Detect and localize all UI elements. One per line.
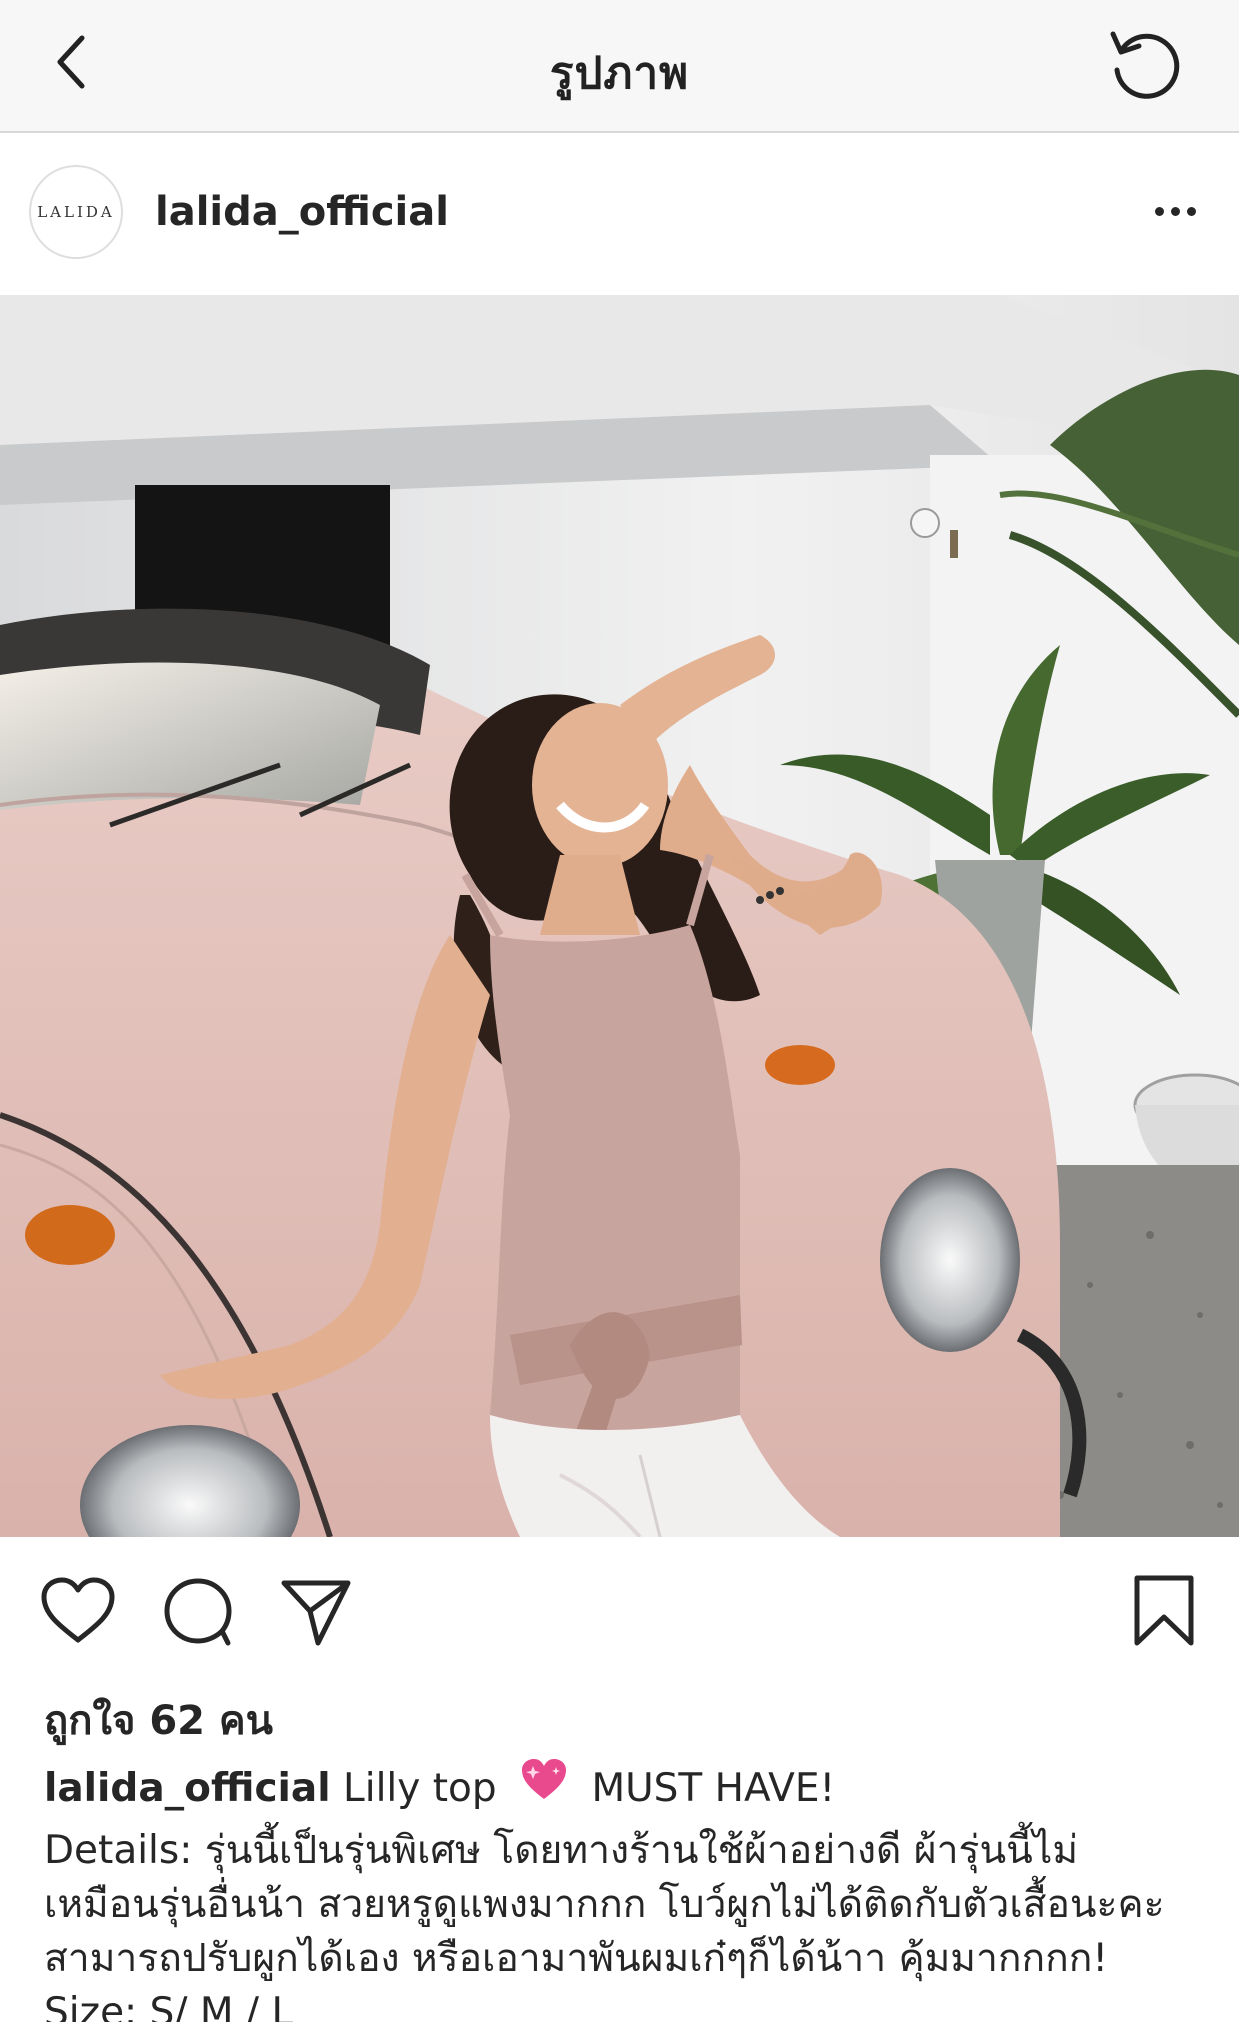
top-navigation-bar: รูปภาพ <box>0 0 1239 133</box>
share-button[interactable] <box>274 1569 358 1653</box>
caption-first-line: lalida_official Lilly top MUST HAVE! <box>44 1757 1204 1824</box>
caption-username[interactable]: lalida_official <box>44 1766 331 1811</box>
heart-icon <box>41 1577 115 1643</box>
more-icon-dot <box>1154 206 1164 216</box>
refresh-icon <box>1110 31 1180 99</box>
more-options-button[interactable] <box>1143 187 1207 235</box>
caption-tagline: MUST HAVE! <box>591 1766 836 1811</box>
avatar[interactable]: LALIDA <box>29 165 123 259</box>
comment-button[interactable] <box>156 1569 240 1653</box>
caption-line: สามารถปรับผูกได้เอง หรือเอามาพันผมเก๋ๆก็… <box>44 1936 1108 1981</box>
instagram-post-screen: รูปภาพ LALIDA lalida_official ถูกใจ 62 ค… <box>0 0 1239 2022</box>
post-header: LALIDA lalida_official <box>0 133 1239 295</box>
sparkling-heart-icon <box>519 1757 569 1818</box>
caption-line: Size: S/ M / L <box>44 1990 294 2022</box>
page-title: รูปภาพ <box>549 48 690 99</box>
likes-count[interactable]: ถูกใจ 62 คน <box>44 1688 273 1752</box>
bookmark-icon <box>1134 1575 1194 1646</box>
post-photo-illustration <box>0 295 1239 1537</box>
post-username[interactable]: lalida_official <box>155 189 449 235</box>
avatar-logo-text: LALIDA <box>37 203 115 221</box>
caption-line: Details: รุ่นนี้เป็นรุ่นพิเศษ โดยทางร้าน… <box>44 1828 1079 1873</box>
comment-icon <box>164 1578 232 1646</box>
like-button[interactable] <box>36 1571 120 1651</box>
post-action-bar <box>0 1537 1239 1682</box>
post-caption: lalida_official Lilly top MUST HAVE! Det… <box>44 1757 1204 2022</box>
post-photo[interactable] <box>0 295 1239 1537</box>
refresh-button[interactable] <box>1105 24 1187 106</box>
more-icon-dot <box>1170 206 1180 216</box>
caption-title: Lilly top <box>343 1766 497 1811</box>
caption-line: เหมือนรุ่นอื่นน้า สวยหรูดูแพงมากกก โบว์ผ… <box>44 1882 1165 1927</box>
save-button[interactable] <box>1124 1569 1204 1653</box>
more-icon-dot <box>1186 206 1196 216</box>
paper-plane-icon <box>281 1580 351 1646</box>
